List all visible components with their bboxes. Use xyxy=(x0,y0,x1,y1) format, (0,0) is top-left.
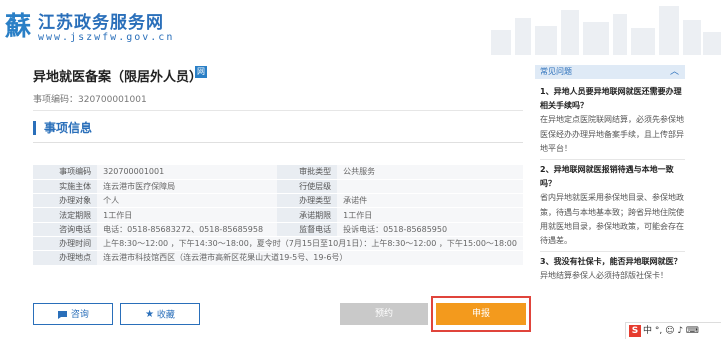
info-table: 事项编码 320700001001 审批类型 公共服务 实施主体 连云港市医疗保… xyxy=(33,165,523,266)
field-label: 咨询电话 xyxy=(33,222,98,237)
field-value: 上午8:30～12:00 ，下午14:30～18:00，夏令时（7月15日至10… xyxy=(97,236,523,252)
faq-list: 1、异地人员要异地联网就医还需要办理相关手续吗？ 在异地定点医院联网结算，必须先… xyxy=(535,79,685,284)
city-skyline-icon xyxy=(491,6,721,55)
site-url: www.jszwfw.gov.cn xyxy=(38,32,175,43)
field-label: 法定期限 xyxy=(33,207,98,223)
book-button[interactable]: 预约 xyxy=(340,303,428,325)
consult-label: 咨询 xyxy=(70,310,89,320)
field-label: 监督电话 xyxy=(277,222,338,237)
faq-answer: 在异地定点医院联网结算，必须先参保地医保经办办理异地备案手续，且上传部异地平台！ xyxy=(540,115,684,153)
field-value: 个人 xyxy=(97,193,278,209)
field-value: 320700001001 xyxy=(97,165,278,180)
field-value: 投诉电话：0518-85685950 xyxy=(337,222,523,237)
table-row: 实施主体 连云港市医疗保障局 行使层级 xyxy=(33,179,523,195)
field-label: 办理地点 xyxy=(33,250,98,266)
field-value xyxy=(337,179,523,195)
page: 蘇 江苏政务服务网 www.jszwfw.gov.cn 异地就医备案（限居外人员… xyxy=(0,0,721,339)
faq-header[interactable]: 常见问题 ︿ xyxy=(535,65,685,79)
favorite-label: 收藏 xyxy=(156,310,175,321)
field-value: 连云港市医疗保障局 xyxy=(97,179,278,195)
apply-button[interactable]: 申报 xyxy=(436,303,526,325)
site-name[interactable]: 江苏政务服务网 xyxy=(38,8,164,33)
divider xyxy=(33,110,523,111)
field-value: 承诺件 xyxy=(337,193,523,209)
field-label: 实施主体 xyxy=(33,179,98,195)
field-label: 行使层级 xyxy=(277,179,338,195)
faq-question[interactable]: 1、异地人员要异地联网就医还需要办理相关手续吗？ xyxy=(540,85,685,113)
field-label: 办理时间 xyxy=(33,236,98,252)
divider xyxy=(540,251,685,253)
table-row: 咨询电话 电话：0518-85683272、0518-85685958 监督电话… xyxy=(33,222,523,237)
table-row: 法定期限 1工作日 承诺期限 1工作日 xyxy=(33,207,523,223)
favorite-button[interactable]: ★ 收藏 xyxy=(120,303,200,325)
faq-title: 常见问题 xyxy=(540,67,572,76)
sogou-logo-icon[interactable]: S xyxy=(629,325,641,337)
field-label: 办理类型 xyxy=(277,193,338,209)
ime-status[interactable]: 中 °, ☺ ♪ ⌨ xyxy=(643,326,699,336)
table-row: 办理时间 上午8:30～12:00 ，下午14:30～18:00，夏令时（7月1… xyxy=(33,236,523,252)
faq-question[interactable]: 3、我没有社保卡，能否异地联网就医？ xyxy=(540,255,685,269)
ime-toolbar[interactable]: S中 °, ☺ ♪ ⌨ xyxy=(625,322,721,339)
divider xyxy=(540,159,685,161)
table-row: 办理对象 个人 办理类型 承诺件 xyxy=(33,193,523,209)
field-label: 事项编码 xyxy=(33,165,98,180)
item-code: 事项编码：320700001001 xyxy=(33,95,147,105)
faq-panel: 常见问题 ︿ 1、异地人员要异地联网就医还需要办理相关手续吗？ 在异地定点医院联… xyxy=(535,65,685,315)
consult-button[interactable]: 咨询 xyxy=(33,303,113,325)
chat-bubble-icon xyxy=(58,310,68,319)
site-logo-icon[interactable]: 蘇 xyxy=(4,4,32,50)
online-badge-icon: 网 xyxy=(195,66,207,78)
field-value: 1工作日 xyxy=(337,207,523,223)
field-label: 审批类型 xyxy=(277,165,338,180)
field-label: 办理对象 xyxy=(33,193,98,209)
field-label: 承诺期限 xyxy=(277,207,338,223)
section-title: 事项信息 xyxy=(33,121,92,135)
faq-question[interactable]: 2、异地联网就医报销待遇与本地一致吗？ xyxy=(540,163,685,191)
field-value: 1工作日 xyxy=(97,207,278,223)
star-icon: ★ xyxy=(145,309,155,320)
faq-answer: 异地结算参保人必须持部版社保卡！ xyxy=(540,271,668,281)
table-row: 事项编码 320700001001 审批类型 公共服务 xyxy=(33,165,523,180)
field-value: 电话：0518-85683272、0518-85685958 xyxy=(97,222,278,237)
faq-answer: 省内异地就医采用参保地目录、参保地政策，待遇与本地基本致；跨省异地住院使用就医地… xyxy=(540,193,684,246)
page-title: 异地就医备案（限居外人员） xyxy=(33,70,203,85)
site-header: 蘇 江苏政务服务网 www.jszwfw.gov.cn xyxy=(0,0,721,55)
table-row: 办理地点 连云港市科技馆西区（连云港市高新区花果山大道19-5号、19-6号） xyxy=(33,250,523,266)
section-underline xyxy=(33,142,523,143)
field-value: 公共服务 xyxy=(337,165,523,180)
field-value: 连云港市科技馆西区（连云港市高新区花果山大道19-5号、19-6号） xyxy=(97,250,523,266)
chevron-up-icon[interactable]: ︿ xyxy=(670,65,679,79)
